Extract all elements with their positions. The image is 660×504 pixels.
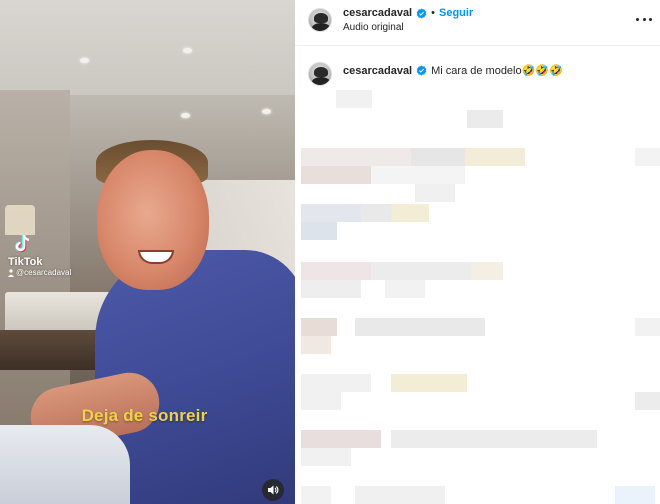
post-header: cesarcadaval • Seguir Audio original <box>295 0 660 46</box>
blurred-comment-fragment <box>336 90 372 108</box>
verified-badge-icon <box>416 65 427 76</box>
header-separator: • <box>431 7 435 19</box>
user-icon <box>8 268 14 277</box>
blurred-comment-fragment <box>471 262 503 280</box>
caption-text: Mi cara de modelo🤣🤣🤣 <box>431 65 563 77</box>
ceiling-light <box>80 58 89 63</box>
blurred-comment-fragment <box>301 430 381 448</box>
tiktok-username-text: @cesarcadaval <box>16 268 72 277</box>
ceiling-light <box>183 48 192 53</box>
room-blanket <box>0 425 130 504</box>
blurred-comment-fragment <box>301 392 341 410</box>
tiktok-username: @cesarcadaval <box>8 268 71 277</box>
blurred-comment-fragment <box>361 204 391 222</box>
room-lamp <box>5 205 35 235</box>
reel-video[interactable]: TikTok @cesarcadaval Deja de sonreir <box>0 0 295 504</box>
author-username[interactable]: cesarcadaval <box>343 7 412 19</box>
blurred-comment-fragment <box>465 148 525 166</box>
tiktok-wordmark: TikTok <box>8 256 43 268</box>
blurred-comment-fragment <box>371 262 471 280</box>
blurred-comment-fragment <box>301 486 331 504</box>
ceiling-light <box>181 113 190 118</box>
more-dot-icon <box>649 17 652 21</box>
tiktok-logo-icon <box>14 234 30 253</box>
audio-toggle-button[interactable] <box>262 479 284 501</box>
verified-badge-icon <box>416 7 427 19</box>
blurred-comment-fragment <box>385 280 425 298</box>
blurred-comment-fragment <box>301 448 351 466</box>
blurred-comment-fragment <box>391 204 429 222</box>
author-line: cesarcadaval • Seguir <box>343 7 473 19</box>
blurred-comment-fragment <box>415 184 455 202</box>
audio-link[interactable]: Audio original <box>343 22 404 33</box>
room-ceiling <box>0 0 295 95</box>
follow-button[interactable]: Seguir <box>439 7 473 19</box>
blurred-comment-fragment <box>411 148 465 166</box>
blurred-comment-fragment <box>301 166 371 184</box>
more-options-button[interactable] <box>636 13 652 25</box>
blurred-comment-fragment <box>635 318 660 336</box>
ceiling-light <box>262 109 271 114</box>
post-sidebar: cesarcadaval • Seguir Audio original ces… <box>295 0 660 504</box>
blurred-comment-fragment <box>301 318 337 336</box>
video-caption-text: Deja de sonreir <box>81 406 208 425</box>
video-caption: Deja de sonreir <box>0 406 295 426</box>
blurred-comment-fragment <box>355 318 485 336</box>
speaker-icon <box>268 485 279 495</box>
blurred-comment-fragment <box>301 374 371 392</box>
blurred-comment-fragment <box>371 166 465 184</box>
blurred-comment-fragment <box>467 110 503 128</box>
blurred-comment-fragment <box>615 486 655 504</box>
caption-author-avatar[interactable] <box>308 62 332 86</box>
blurred-comment-fragment <box>355 486 445 504</box>
more-dot-icon <box>636 17 639 21</box>
post-caption: cesarcadaval Mi cara de modelo🤣🤣🤣 <box>295 58 660 88</box>
blurred-comment-fragment <box>301 222 337 240</box>
person-face <box>97 150 209 290</box>
blurred-comment-fragment <box>301 204 361 222</box>
blurred-comment-fragment <box>391 374 467 392</box>
blurred-comment-fragment <box>301 262 371 280</box>
blurred-comment-fragment <box>301 336 331 354</box>
blurred-comment-fragment <box>635 148 660 166</box>
blurred-comment-fragment <box>635 392 660 410</box>
blurred-comment-fragment <box>391 430 597 448</box>
caption-line: cesarcadaval Mi cara de modelo🤣🤣🤣 <box>343 64 563 78</box>
blurred-comment-fragment <box>301 280 361 298</box>
author-avatar[interactable] <box>308 8 332 32</box>
caption-author-username[interactable]: cesarcadaval <box>343 65 412 77</box>
more-dot-icon <box>642 17 646 21</box>
blurred-comment-fragment <box>301 148 411 166</box>
